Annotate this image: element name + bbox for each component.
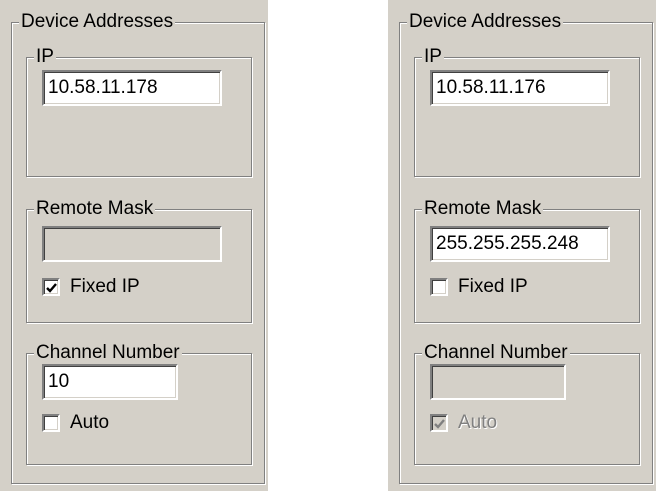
device-addresses-title: Device Addresses xyxy=(407,11,564,33)
channel-number-group: Channel Number Auto xyxy=(414,342,640,465)
auto-checkbox[interactable] xyxy=(42,414,60,432)
fixed-ip-checkbox[interactable] xyxy=(430,278,448,296)
ip-group: IP 10.58.11.178 xyxy=(26,46,252,177)
ip-input[interactable]: 10.58.11.176 xyxy=(430,70,610,106)
ip-label: IP xyxy=(422,46,444,68)
device-addresses-title: Device Addresses xyxy=(19,11,176,33)
ip-label: IP xyxy=(34,46,56,68)
remote-mask-label: Remote Mask xyxy=(34,198,156,220)
remote-mask-input xyxy=(42,226,222,262)
device-addresses-group: Device Addresses IP 10.58.11.178 Remote … xyxy=(11,11,265,484)
device-addresses-panel-right: Device Addresses IP 10.58.11.176 Remote … xyxy=(388,0,656,491)
remote-mask-label: Remote Mask xyxy=(422,198,544,220)
fixed-ip-checkbox[interactable] xyxy=(42,278,60,296)
fixed-ip-checkbox-row[interactable]: Fixed IP xyxy=(430,276,528,298)
ip-input[interactable]: 10.58.11.178 xyxy=(42,70,222,106)
auto-label: Auto xyxy=(70,412,110,433)
auto-checkbox xyxy=(430,414,448,432)
fixed-ip-label: Fixed IP xyxy=(458,276,528,297)
device-addresses-group: Device Addresses IP 10.58.11.176 Remote … xyxy=(399,11,653,484)
remote-mask-group: Remote Mask 255.255.255.248 Fixed IP xyxy=(414,198,640,323)
remote-mask-input[interactable]: 255.255.255.248 xyxy=(430,226,610,262)
fixed-ip-checkbox-row[interactable]: Fixed IP xyxy=(42,276,140,298)
channel-number-group: Channel Number 10 Auto xyxy=(26,342,252,465)
fixed-ip-label: Fixed IP xyxy=(70,276,140,297)
auto-label: Auto xyxy=(458,412,498,433)
channel-number-input[interactable]: 10 xyxy=(42,364,178,400)
ip-group: IP 10.58.11.176 xyxy=(414,46,640,177)
channel-number-input xyxy=(430,364,566,400)
auto-checkbox-row: Auto xyxy=(430,412,497,434)
checkmark-icon xyxy=(46,283,57,293)
device-addresses-panel-left: Device Addresses IP 10.58.11.178 Remote … xyxy=(0,0,268,491)
checkmark-icon xyxy=(434,419,445,429)
channel-number-label: Channel Number xyxy=(34,342,182,364)
channel-number-label: Channel Number xyxy=(422,342,570,364)
remote-mask-group: Remote Mask Fixed IP xyxy=(26,198,252,323)
page: Device Addresses IP 10.58.11.178 Remote … xyxy=(0,0,658,491)
auto-checkbox-row[interactable]: Auto xyxy=(42,412,109,434)
